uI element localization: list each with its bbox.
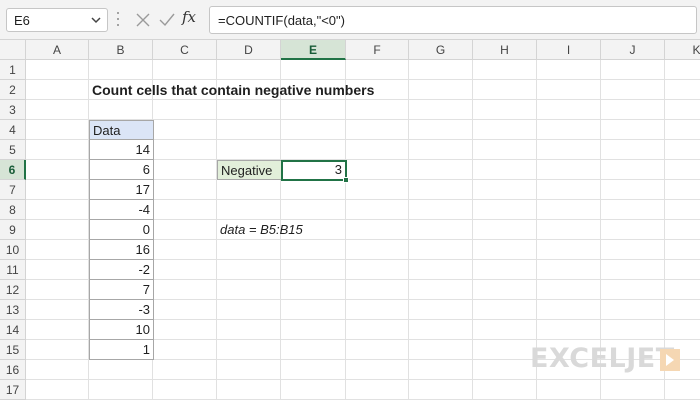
column-header-e[interactable]: E bbox=[281, 40, 346, 60]
row-header-9[interactable]: 9 bbox=[0, 220, 26, 240]
select-all-corner[interactable] bbox=[0, 40, 26, 60]
row-header-12[interactable]: 12 bbox=[0, 280, 26, 300]
row-header-7[interactable]: 7 bbox=[0, 180, 26, 200]
data-cell[interactable]: 0 bbox=[89, 220, 154, 240]
column-header-b[interactable]: B bbox=[89, 40, 153, 60]
formula-bar: E6 fx =COUNTIF(data,"<0") bbox=[0, 0, 700, 40]
negative-count-cell[interactable]: 3 bbox=[281, 160, 347, 181]
chevron-down-icon[interactable] bbox=[89, 13, 103, 27]
column-header-g[interactable]: G bbox=[409, 40, 473, 60]
drag-handle-icon[interactable] bbox=[117, 12, 120, 28]
exceljet-logo-mark-icon bbox=[660, 349, 680, 371]
row-header-8[interactable]: 8 bbox=[0, 200, 26, 220]
exceljet-logo: EXCELJET bbox=[530, 343, 675, 374]
row-header-14[interactable]: 14 bbox=[0, 320, 26, 340]
data-cell[interactable]: -4 bbox=[89, 200, 154, 220]
sheet-title[interactable]: Count cells that contain negative number… bbox=[89, 80, 377, 100]
row-header-3[interactable]: 3 bbox=[0, 100, 26, 120]
row-header-2[interactable]: 2 bbox=[0, 80, 26, 100]
column-gridline bbox=[408, 60, 409, 400]
row-header-11[interactable]: 11 bbox=[0, 260, 26, 280]
data-cell[interactable]: 14 bbox=[89, 140, 154, 160]
column-gridline bbox=[472, 60, 473, 400]
data-cell[interactable]: 6 bbox=[89, 160, 154, 180]
row-header-1[interactable]: 1 bbox=[0, 60, 26, 80]
row-header-16[interactable]: 16 bbox=[0, 360, 26, 380]
data-cell[interactable]: 17 bbox=[89, 180, 154, 200]
column-header-h[interactable]: H bbox=[473, 40, 537, 60]
data-cell[interactable]: 10 bbox=[89, 320, 154, 340]
column-gridline bbox=[345, 60, 346, 400]
name-box[interactable]: E6 bbox=[6, 8, 108, 32]
data-cell[interactable]: 16 bbox=[89, 240, 154, 260]
data-cell[interactable]: 1 bbox=[89, 340, 154, 360]
column-header-j[interactable]: J bbox=[601, 40, 665, 60]
fill-handle[interactable] bbox=[343, 177, 349, 183]
name-box-value: E6 bbox=[14, 13, 30, 28]
data-cell[interactable]: -2 bbox=[89, 260, 154, 280]
check-icon[interactable] bbox=[157, 10, 177, 30]
row-header-4[interactable]: 4 bbox=[0, 120, 26, 140]
cancel-icon[interactable] bbox=[133, 10, 153, 30]
row-header-6[interactable]: 6 bbox=[0, 160, 26, 180]
row-header-10[interactable]: 10 bbox=[0, 240, 26, 260]
fx-icon[interactable]: fx bbox=[182, 8, 196, 26]
column-header-c[interactable]: C bbox=[153, 40, 217, 60]
data-header-cell[interactable]: Data bbox=[89, 120, 154, 140]
data-cell[interactable]: -3 bbox=[89, 300, 154, 320]
column-header-a[interactable]: A bbox=[26, 40, 89, 60]
negative-label-cell[interactable]: Negative bbox=[217, 160, 282, 180]
formula-input[interactable]: =COUNTIF(data,"<0") bbox=[209, 6, 697, 34]
data-cell[interactable]: 7 bbox=[89, 280, 154, 300]
column-header-i[interactable]: I bbox=[537, 40, 601, 60]
column-header-d[interactable]: D bbox=[217, 40, 281, 60]
row-header-15[interactable]: 15 bbox=[0, 340, 26, 360]
formula-text: =COUNTIF(data,"<0") bbox=[218, 13, 345, 28]
row-header-5[interactable]: 5 bbox=[0, 140, 26, 160]
named-range-note[interactable]: data = B5:B15 bbox=[217, 220, 306, 240]
row-header-13[interactable]: 13 bbox=[0, 300, 26, 320]
row-header-17[interactable]: 17 bbox=[0, 380, 26, 400]
row-gridline bbox=[26, 379, 700, 380]
column-header-f[interactable]: F bbox=[346, 40, 409, 60]
column-header-k[interactable]: K bbox=[665, 40, 700, 60]
